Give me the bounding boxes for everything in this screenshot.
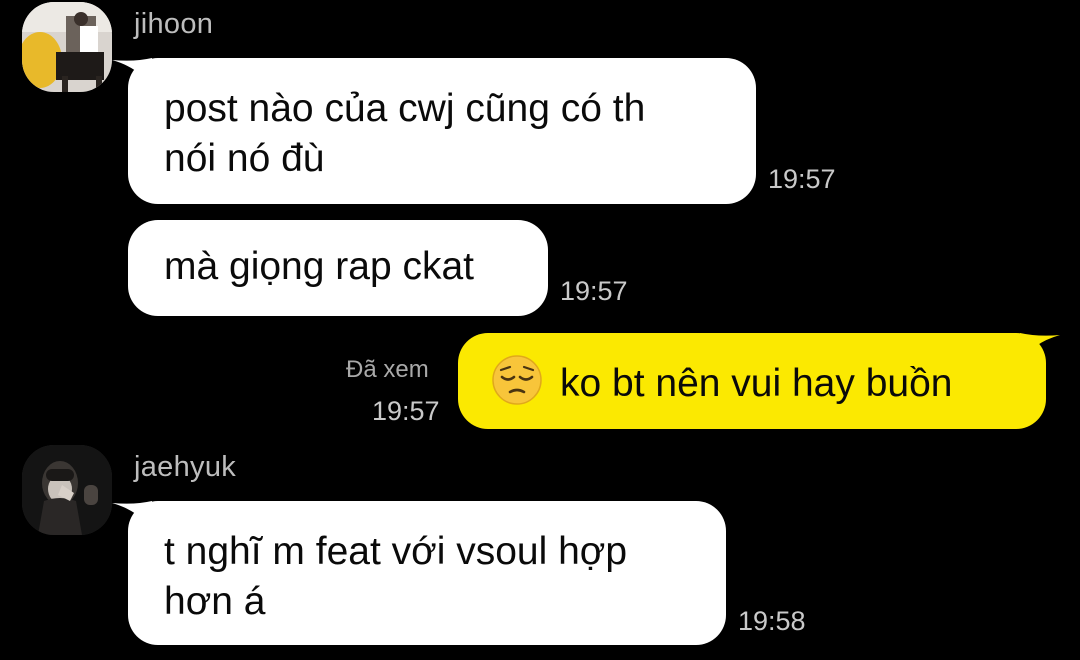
- message-timestamp: 19:57: [560, 276, 628, 306]
- avatar-jihoon[interactable]: [22, 2, 112, 92]
- sender-name: jihoon: [134, 8, 214, 40]
- read-status: Đã xem: [346, 356, 429, 383]
- message-text-line: t nghĩ m feat với vsoul hợp: [164, 530, 628, 573]
- message-text-line: hơn á: [164, 580, 266, 623]
- message-bubble[interactable]: t nghĩ m feat với vsoul hợp hơn á: [128, 501, 726, 645]
- avatar-jaehyuk[interactable]: [22, 445, 112, 535]
- message-text-line: post nào của cwj cũng có th: [164, 87, 646, 130]
- message-bubble[interactable]: mà giọng rap ckat: [128, 220, 548, 316]
- message-timestamp: 19:57: [768, 164, 836, 194]
- my-message-text: ko bt nên vui hay buồn: [560, 362, 953, 405]
- message-bubble[interactable]: post nào của cwj cũng có th nói nó đù: [128, 58, 756, 204]
- message-timestamp: 19:58: [738, 606, 806, 636]
- pensive-face-icon: [492, 355, 542, 405]
- message-text-line: nói nó đù: [164, 137, 325, 180]
- bubble-tail: [1020, 333, 1060, 363]
- my-message-bubble[interactable]: ko bt nên vui hay buồn: [458, 333, 1046, 429]
- message-text-line: mà giọng rap ckat: [164, 245, 475, 288]
- sender-name: jaehyuk: [134, 451, 237, 483]
- message-timestamp: 19:57: [372, 396, 440, 426]
